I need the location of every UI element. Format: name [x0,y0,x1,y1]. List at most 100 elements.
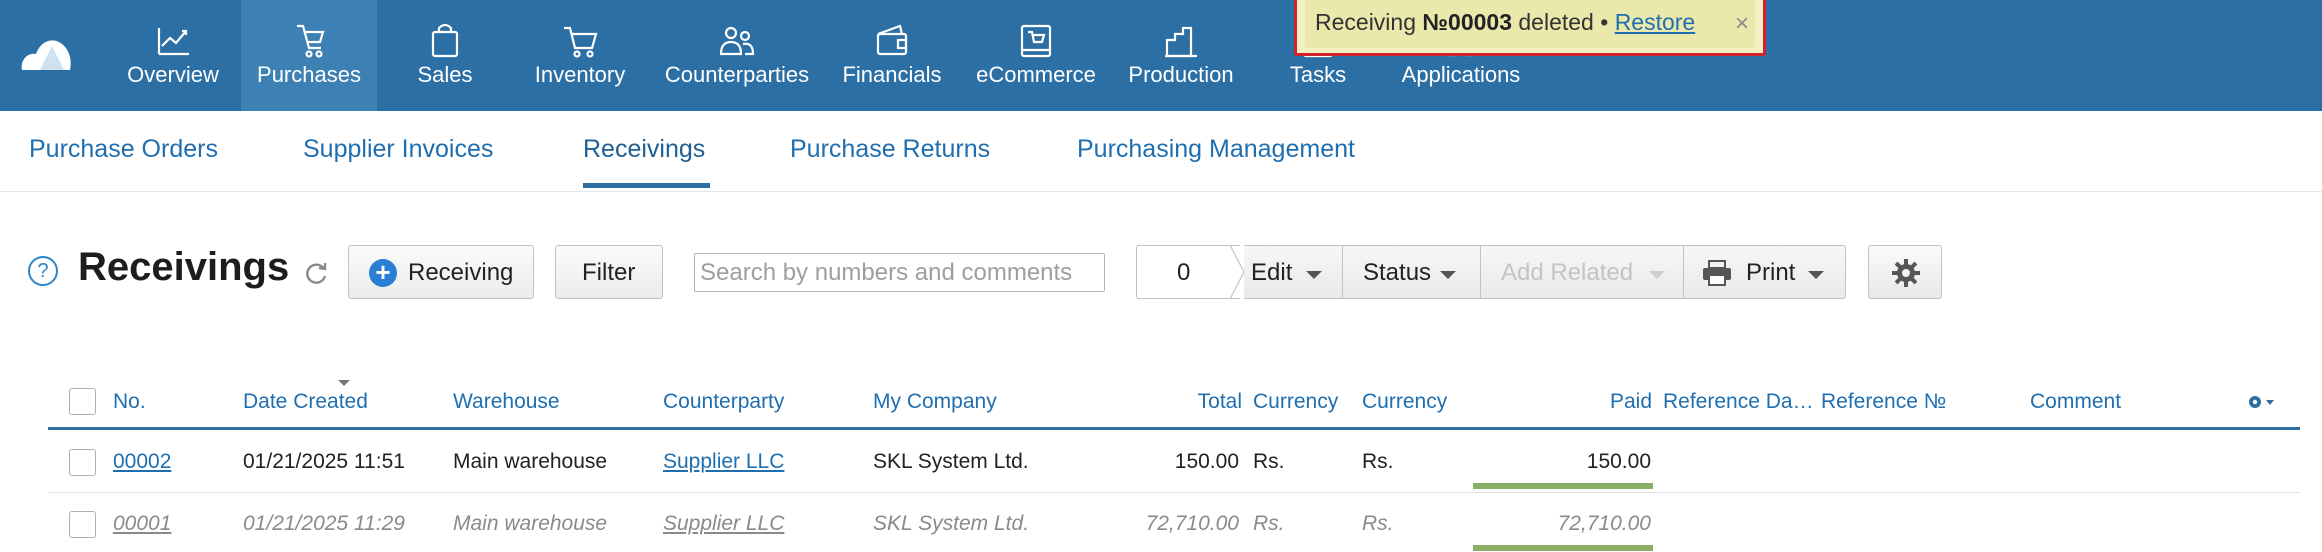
sort-descending-icon [338,380,350,386]
notification-body: Receiving №00003 deleted • Restore × [1305,0,1755,48]
nav-counterparties[interactable]: Counterparties [657,0,817,111]
date-created-cell: 01/21/2025 11:51 [243,450,405,473]
chevron-down-icon [1649,271,1665,279]
nav-sales[interactable]: Sales [390,0,500,111]
cart-icon [564,26,598,58]
top-navigation: Overview Purchases Sales Inventory Count… [0,0,2322,111]
close-icon[interactable]: × [1735,10,1749,38]
add-receiving-button[interactable]: + Receiving [348,245,534,299]
plus-icon: + [369,259,397,287]
purchases-subtabs: Purchase Orders Supplier Invoices Receiv… [0,111,2322,192]
my-company-cell: SKL System Ltd. [873,512,1030,535]
selected-count-value: 0 [1177,259,1191,286]
refresh-icon[interactable] [302,259,330,287]
nav-production[interactable]: Production [1123,0,1239,111]
currency-cell: Rs. [1253,512,1285,535]
currency-cell: Rs. [1253,450,1285,473]
deleted-notification: Receiving №00003 deleted • Restore × [1294,0,1766,56]
paid-progress-bar [1473,545,1653,551]
help-icon[interactable]: ? [28,256,58,286]
active-tab-indicator [583,183,710,188]
nav-ecommerce-label: eCommerce [976,62,1096,87]
receiving-number-link[interactable]: 00002 [113,450,171,473]
column-header-comment[interactable]: Comment [2030,390,2121,414]
chevron-down-icon [1306,271,1322,279]
column-header-currency-2[interactable]: Currency [1362,390,1447,414]
nav-overview-label: Overview [127,62,219,87]
factory-icon [1165,26,1197,58]
tab-purchase-orders[interactable]: Purchase Orders [29,135,218,164]
printer-icon [1703,260,1731,286]
warehouse-cell: Main warehouse [453,450,608,473]
row-divider [48,492,2300,493]
date-created-cell: 01/21/2025 11:29 [243,512,405,535]
nav-ecommerce[interactable]: eCommerce [966,0,1106,111]
select-all-checkbox[interactable] [69,388,96,415]
nav-purchases-label: Purchases [257,62,361,87]
print-dropdown-label: Print [1746,259,1796,286]
paid-progress-bar [1473,483,1653,489]
paid-cell: 72,710.00 [1557,512,1651,535]
restore-link[interactable]: Restore [1615,9,1696,35]
print-dropdown[interactable]: Print [1684,245,1846,299]
wallet-icon [876,24,908,56]
notification-message: Receiving №00003 deleted • Restore [1315,9,1695,36]
selected-count: 0 [1136,245,1240,299]
tab-supplier-invoices[interactable]: Supplier Invoices [303,135,493,164]
column-header-currency[interactable]: Currency [1253,390,1338,414]
settings-button[interactable] [1868,245,1942,299]
nav-overview[interactable]: Overview [115,0,231,111]
shopping-bag-icon [297,24,325,58]
page-title: Receivings [78,245,290,289]
nav-financials[interactable]: Financials [835,0,949,111]
chevron-down-icon [1808,271,1824,279]
people-icon [719,26,755,56]
column-settings-icon[interactable] [2246,392,2276,412]
counter-arrow-shape [1230,245,1244,299]
column-header-date-created[interactable]: Date Created [243,390,368,414]
chevron-down-icon [1440,271,1456,279]
column-header-number[interactable]: No. [113,390,146,414]
status-dropdown[interactable]: Status [1343,245,1480,299]
tab-purchase-returns[interactable]: Purchase Returns [790,135,990,164]
add-receiving-label: Receiving [408,259,514,286]
warehouse-cell: Main warehouse [453,512,608,535]
row-checkbox[interactable] [69,511,96,538]
column-header-reference-number[interactable]: Reference № [1821,390,1946,414]
currency-cell-2: Rs. [1362,450,1394,473]
row-checkbox[interactable] [69,449,96,476]
app-logo-icon[interactable] [18,30,76,74]
counterparty-link[interactable]: Supplier LLC [663,512,784,535]
column-header-paid[interactable]: Paid [1560,390,1652,414]
nav-sales-label: Sales [417,62,473,87]
nav-purchases[interactable]: Purchases [241,0,377,111]
my-company-cell: SKL System Ltd. [873,450,1029,473]
notification-suffix: deleted • [1512,9,1615,35]
search-input[interactable] [694,253,1105,292]
column-header-counterparty[interactable]: Counterparty [663,390,784,414]
nav-tasks-label: Tasks [1289,62,1347,87]
column-header-my-company[interactable]: My Company [873,390,997,414]
filter-label: Filter [582,259,636,286]
edit-dropdown[interactable]: Edit [1244,245,1343,299]
nav-applications-label: Applications [1401,62,1521,87]
deleted-document-number: №00003 [1422,9,1512,35]
paid-cell: 150.00 [1586,450,1651,473]
store-icon [1020,24,1052,58]
total-cell: 150.00 [1174,450,1239,473]
table-header-divider [48,427,2300,430]
column-header-reference-date[interactable]: Reference Da… [1663,390,1814,414]
column-header-warehouse[interactable]: Warehouse [453,390,560,414]
nav-inventory[interactable]: Inventory [525,0,635,111]
add-related-dropdown[interactable]: Add Related [1481,245,1683,299]
tab-receivings[interactable]: Receivings [583,135,705,164]
counterparty-link[interactable]: Supplier LLC [663,450,784,473]
status-dropdown-label: Status [1363,259,1432,286]
tab-purchasing-management[interactable]: Purchasing Management [1077,135,1355,164]
column-header-total[interactable]: Total [1150,390,1242,414]
total-cell: 72,710.00 [1145,512,1239,535]
edit-dropdown-label: Edit [1251,259,1293,286]
receiving-number-link[interactable]: 00001 [113,512,171,535]
add-related-label: Add Related [1501,259,1634,286]
filter-button[interactable]: Filter [555,245,663,299]
